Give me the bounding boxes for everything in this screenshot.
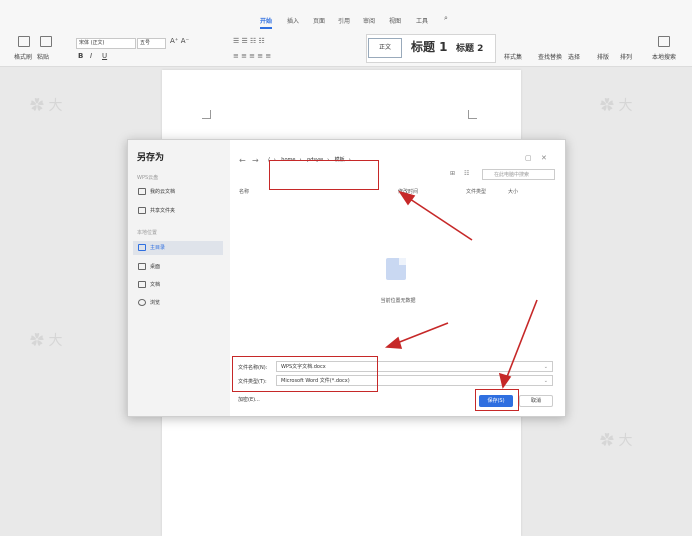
encrypt-button[interactable]: 加密(E)...: [238, 396, 260, 403]
select-button[interactable]: 选择: [568, 52, 580, 61]
sidebar-item-documents[interactable]: 文档: [133, 278, 223, 292]
sidebar-item-label: 共享文件夹: [150, 208, 176, 214]
annotation-box-filename: [232, 356, 378, 392]
back-icon[interactable]: ←: [239, 156, 246, 165]
arrange-button[interactable]: 排列: [620, 52, 632, 61]
tab-home[interactable]: 开始: [260, 16, 273, 29]
column-name[interactable]: 名称: [239, 188, 249, 195]
tab-references[interactable]: 引用: [338, 16, 350, 25]
close-icon[interactable]: ✕: [541, 154, 547, 162]
italic-icon[interactable]: I: [90, 52, 92, 60]
tab-insert[interactable]: 插入: [287, 16, 299, 25]
tab-review[interactable]: 审阅: [363, 16, 375, 25]
paste-icon[interactable]: [40, 36, 52, 47]
watermark: ✿ 大: [600, 98, 633, 114]
search-icon[interactable]: ⌕: [444, 14, 448, 23]
local-search-button[interactable]: 本地搜索: [652, 52, 676, 61]
sidebar-item-shared-folder[interactable]: 共享文件夹: [133, 204, 223, 218]
sidebar-item-home[interactable]: 主目录: [133, 241, 223, 255]
dialog-title: 另存为: [137, 153, 165, 163]
sidebar-section-wps: WPS云盘: [137, 175, 159, 181]
empty-folder-icon: [386, 258, 406, 280]
home-icon: [138, 244, 146, 251]
crop-mark: [468, 110, 477, 119]
search-input[interactable]: 在此电脑中搜索: [482, 169, 555, 180]
sidebar-item-label: 我的云文档: [150, 189, 176, 195]
view-mode-icon[interactable]: ☷: [464, 170, 469, 177]
tab-page[interactable]: 页面: [313, 16, 325, 25]
sidebar-item-label: 浏览: [150, 300, 161, 306]
watermark: ✿ 大: [600, 433, 633, 449]
chevron-down-icon[interactable]: ⌄: [544, 362, 548, 373]
column-modified[interactable]: 修改时间: [398, 188, 418, 195]
new-folder-icon[interactable]: ⊞: [450, 170, 455, 177]
tab-tools[interactable]: 工具: [416, 16, 428, 25]
watermark: ✿ 大: [30, 98, 63, 114]
style-normal[interactable]: 正文: [368, 38, 402, 58]
sort-button[interactable]: 排版: [597, 52, 609, 61]
list-icon[interactable]: ☰ ☰ ☷ ☷: [233, 37, 265, 45]
chevron-down-icon[interactable]: ⌄: [544, 376, 548, 387]
style-heading-2[interactable]: 标题 2: [456, 41, 483, 54]
underline-icon[interactable]: U: [102, 52, 107, 60]
format-painter-icon[interactable]: [18, 36, 30, 47]
align-icon[interactable]: ≡ ≡ ≡ ≡ ≡: [233, 52, 271, 60]
format-painter-label[interactable]: 格式刷: [14, 52, 32, 61]
folder-icon: [138, 281, 146, 288]
style-heading-1[interactable]: 标题 1: [411, 38, 448, 55]
annotation-box-save: [475, 389, 519, 411]
folder-icon[interactable]: [658, 36, 670, 47]
empty-state-text: 当前位置无数据: [380, 298, 416, 304]
find-replace-button[interactable]: 查找替换: [538, 52, 562, 61]
sidebar-item-label: 主目录: [150, 245, 166, 251]
column-type[interactable]: 文件类型: [466, 188, 486, 195]
sidebar-item-label: 文档: [150, 282, 161, 288]
cloud-icon: [138, 188, 146, 195]
folder-icon: [138, 263, 146, 270]
font-grow-icon[interactable]: A⁺ A⁻: [170, 37, 189, 45]
style-set-button[interactable]: 样式集: [504, 52, 522, 61]
column-size[interactable]: 大小: [508, 188, 518, 195]
browse-icon: [138, 299, 146, 306]
annotation-box-path: [269, 160, 379, 190]
crop-mark: [202, 110, 211, 119]
sidebar-item-desktop[interactable]: 桌面: [133, 260, 223, 274]
tab-view[interactable]: 视图: [389, 16, 401, 25]
sidebar-item-cloud-docs[interactable]: 我的云文档: [133, 185, 223, 199]
font-name-select[interactable]: 宋体 (正文): [76, 38, 136, 49]
menu-bar: 开始 插入 页面 引用 审阅 视图 工具 ⌕: [0, 0, 692, 30]
sidebar-item-label: 桌面: [150, 264, 161, 270]
forward-icon[interactable]: →: [252, 156, 259, 165]
watermark: ✿ 大: [30, 333, 63, 349]
bold-icon[interactable]: B: [78, 52, 83, 60]
paste-label[interactable]: 粘贴: [37, 52, 49, 61]
share-icon: [138, 207, 146, 214]
cancel-button[interactable]: 取消: [519, 395, 553, 407]
maximize-icon[interactable]: ▢: [525, 154, 532, 162]
sidebar-section-local: 本地位置: [137, 230, 158, 236]
sidebar-item-browse[interactable]: 浏览: [133, 296, 223, 310]
font-size-select[interactable]: 五号: [137, 38, 166, 49]
